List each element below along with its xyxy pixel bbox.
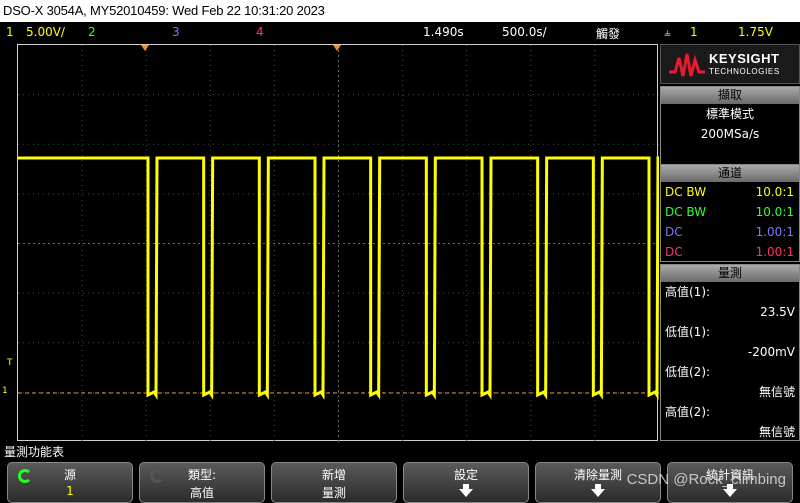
softkey-label: 源 bbox=[63, 468, 76, 482]
side-panel: KEYSIGHT TECHNOLOGIES 擷取 標準模式 200MSa/s 通… bbox=[660, 44, 800, 441]
ch2-coupling: DC BW bbox=[665, 205, 707, 219]
softkey-add-measurement[interactable]: 新增 量測 bbox=[271, 462, 397, 503]
acquisition-mode: 標準模式 bbox=[705, 107, 754, 121]
ch1-number[interactable]: 1 bbox=[6, 25, 14, 39]
softkey-menu-title: 量測功能表 bbox=[4, 445, 65, 459]
waveform-display[interactable] bbox=[17, 44, 659, 442]
ch1-scale[interactable]: 5.00V/ bbox=[26, 25, 65, 39]
ch4-probe: 1.00:1 bbox=[755, 245, 794, 259]
measurement-value: -200mV bbox=[747, 345, 795, 359]
ch3-probe: 1.00:1 bbox=[755, 225, 794, 239]
softkey-label: 設定 bbox=[453, 468, 478, 482]
trigger-mode[interactable]: 觸發 bbox=[596, 25, 620, 42]
softkey-label: 新增 bbox=[321, 468, 346, 482]
measurement-label: 高值(1): bbox=[665, 285, 711, 299]
logo-brand: KEYSIGHT bbox=[709, 51, 780, 66]
keysight-wave-icon bbox=[669, 53, 705, 77]
logo-subtitle: TECHNOLOGIES bbox=[709, 67, 780, 76]
acquisition-header: 擷取 bbox=[661, 87, 799, 104]
measurement-label: 低值(2): bbox=[665, 365, 711, 379]
channels-panel: 通道 DC BW 10.0:1 DC BW 10.0:1 DC 1.00:1 D… bbox=[660, 164, 800, 262]
horizontal-delay[interactable]: 1.490s bbox=[423, 25, 464, 39]
softkey-type[interactable]: 類型: 高值 bbox=[139, 462, 265, 503]
channel-row-4: DC 1.00:1 bbox=[661, 242, 799, 262]
softkey-value: 1 bbox=[66, 484, 74, 498]
ch3-coupling: DC bbox=[665, 225, 683, 239]
submenu-arrow-icon bbox=[723, 489, 737, 497]
softkey-value: 量測 bbox=[321, 486, 346, 500]
measurement-value: 無信號 bbox=[758, 425, 795, 439]
softkey-source[interactable]: 源 1 bbox=[7, 462, 133, 503]
waveform-graticule bbox=[18, 45, 659, 442]
keysight-logo: KEYSIGHT TECHNOLOGIES bbox=[660, 44, 800, 84]
sample-rate: 200MSa/s bbox=[700, 127, 760, 141]
measurement-value: 23.5V bbox=[760, 305, 795, 319]
softkey-settings[interactable]: 設定 bbox=[403, 462, 529, 503]
trigger-level-marker[interactable]: T bbox=[7, 358, 13, 368]
trigger-icon: ⫨ bbox=[664, 25, 671, 39]
trigger-position-marker bbox=[141, 45, 149, 51]
ch4-number[interactable]: 4 bbox=[256, 25, 264, 39]
ch1-ground-marker[interactable]: 1 bbox=[2, 386, 8, 396]
softkey-value: 高值 bbox=[189, 486, 214, 500]
channel-status-bar: 1 5.00V/ 2 3 4 1.490s 500.0s/ 觸發 ⫨ 1 1.7… bbox=[0, 22, 800, 42]
trigger-channel[interactable]: 1 bbox=[690, 25, 698, 39]
measurement-label: 高值(2): bbox=[665, 405, 711, 419]
channel-row-3: DC 1.00:1 bbox=[661, 222, 799, 242]
softkey-label: 類型: bbox=[187, 468, 217, 482]
channels-header: 通道 bbox=[661, 165, 799, 182]
ch1-coupling: DC BW bbox=[665, 185, 707, 199]
measurement-value: 無信號 bbox=[758, 385, 795, 399]
channel-row-1: DC BW 10.0:1 bbox=[661, 182, 799, 202]
measurements-panel: 量測 高值(1): 23.5V 低值(1): -200mV 低值(2): 無信號… bbox=[660, 264, 800, 441]
measurement-label: 低值(1): bbox=[665, 325, 711, 339]
channel-row-2: DC BW 10.0:1 bbox=[661, 202, 799, 222]
window-title: DSO-X 3054A, MY52010459: Wed Feb 22 10:3… bbox=[0, 0, 800, 22]
ch2-number[interactable]: 2 bbox=[88, 25, 96, 39]
measurements-header: 量測 bbox=[661, 265, 799, 282]
trigger-level[interactable]: 1.75V bbox=[738, 25, 773, 39]
ch1-probe: 10.0:1 bbox=[755, 185, 794, 199]
ch2-probe: 10.0:1 bbox=[755, 205, 794, 219]
watermark: CSDN @Rock_climbing bbox=[626, 471, 786, 488]
submenu-arrow-icon bbox=[459, 489, 473, 497]
delay-position-marker bbox=[333, 45, 341, 51]
ch4-coupling: DC bbox=[665, 245, 683, 259]
left-markers: T 1 bbox=[0, 44, 17, 441]
submenu-arrow-icon bbox=[591, 489, 605, 497]
ch3-number[interactable]: 3 bbox=[172, 25, 180, 39]
timebase-scale[interactable]: 500.0s/ bbox=[502, 25, 547, 39]
